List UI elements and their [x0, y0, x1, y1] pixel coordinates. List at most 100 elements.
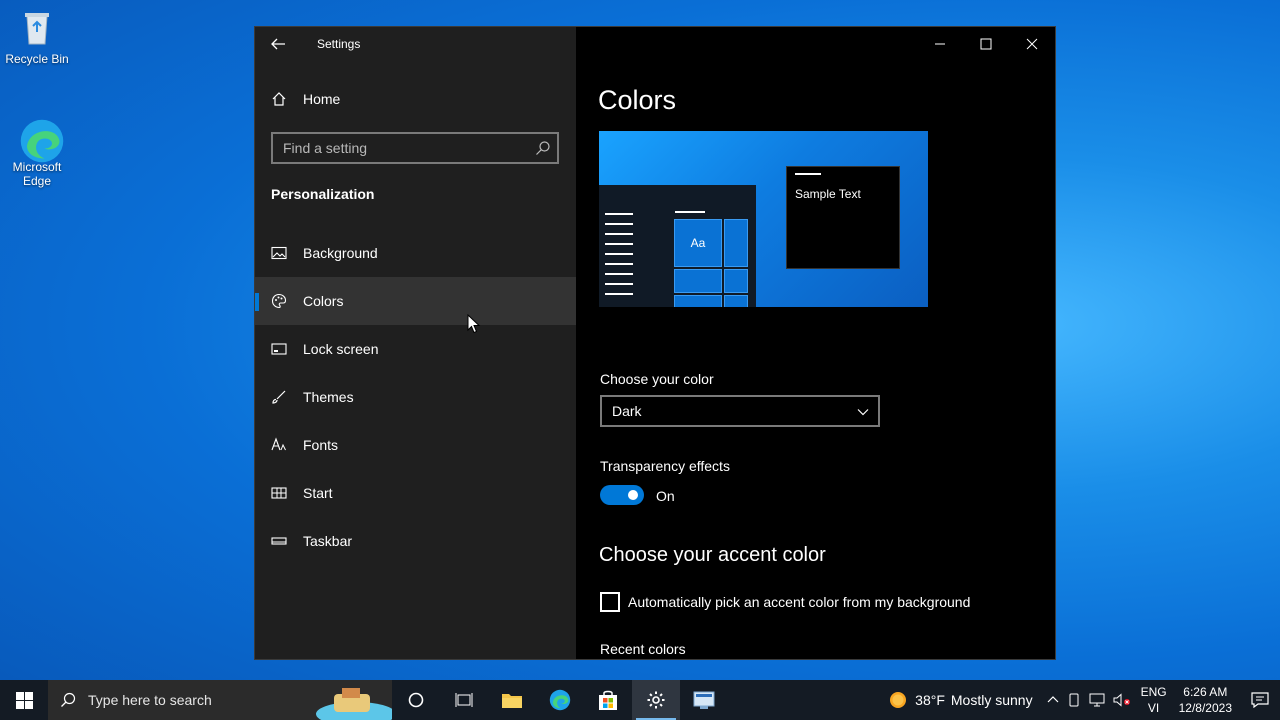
taskbar-settings[interactable] [632, 680, 680, 720]
desktop-icon-edge[interactable]: Microsoft Edge [0, 116, 75, 188]
taskbar-edge[interactable] [536, 680, 584, 720]
sidebar-item-label: Fonts [303, 437, 339, 453]
edge-icon [549, 689, 571, 711]
gear-icon [647, 691, 665, 709]
chevron-up-icon[interactable] [1047, 694, 1059, 706]
sidebar-item-start[interactable]: Start [255, 469, 576, 517]
tray-icons [1047, 693, 1131, 707]
remote-desktop-icon [693, 691, 715, 709]
accent-color-title: Choose your accent color [599, 544, 826, 566]
search-icon[interactable] [535, 140, 551, 156]
minimize-button[interactable] [917, 27, 963, 61]
transparency-state: On [656, 488, 675, 504]
preview-sample-window: Sample Text [786, 166, 900, 269]
choose-color-dropdown[interactable]: Dark [600, 395, 880, 427]
desktop-icon-label: Recycle Bin [5, 52, 69, 66]
search-highlight-illustration-icon [316, 688, 392, 720]
color-preview: Aa Sample Text [599, 131, 928, 307]
windows-logo-icon [15, 691, 33, 709]
device-icon[interactable] [1067, 693, 1081, 707]
preview-tile-aa: Aa [674, 219, 722, 267]
notification-button[interactable] [1246, 680, 1274, 720]
sidebar-item-label: Start [303, 485, 333, 501]
folder-icon [502, 694, 522, 708]
preview-tiles: Aa [674, 219, 748, 307]
preview-bar [675, 211, 705, 213]
home-icon [272, 92, 286, 106]
maximize-button[interactable] [963, 27, 1009, 61]
taskbar-remote-app[interactable] [680, 680, 728, 720]
weather-condition: Mostly sunny [950, 692, 1033, 708]
minimize-icon [935, 43, 945, 45]
clock-time: 6:26 AM [1183, 685, 1228, 699]
taskbar-cortana[interactable] [392, 680, 440, 720]
sidebar-item-themes[interactable]: Themes [255, 373, 576, 421]
sidebar-item-label: Colors [303, 293, 344, 309]
picture-icon [271, 246, 287, 260]
language-secondary: VI [1147, 701, 1160, 715]
start-button[interactable] [0, 680, 48, 720]
close-button[interactable] [1009, 27, 1055, 61]
taskbar-search-input[interactable] [88, 692, 308, 708]
content-pane: Colors Aa Sample Text Choose your color … [576, 27, 1055, 659]
sunny-weather-icon [890, 692, 907, 708]
recent-colors-label: Recent colors [600, 641, 686, 657]
desktop-icon-recycle-bin[interactable]: Recycle Bin [0, 8, 75, 66]
back-button[interactable] [269, 35, 289, 53]
caption-buttons [917, 27, 1055, 61]
taskbar: 38°F Mostly sunny ENG VI 6:26 AM 12/8/20… [0, 680, 1280, 720]
transparency-label: Transparency effects [600, 458, 730, 474]
search-icon [61, 692, 76, 707]
sidebar-nav: Background Colors Lock screen Themes Fon… [255, 229, 576, 565]
sidebar-item-background[interactable]: Background [255, 229, 576, 277]
transparency-toggle[interactable] [600, 485, 644, 505]
edge-icon [17, 116, 64, 163]
find-setting-box [271, 132, 559, 164]
store-bag-icon [599, 690, 617, 710]
volume-muted-icon[interactable] [1113, 693, 1131, 707]
clock-date: 12/8/2023 [1178, 701, 1232, 715]
chevron-down-icon [857, 409, 869, 416]
window-title: Settings [317, 37, 361, 51]
weather-widget[interactable]: 38°F Mostly sunny [887, 689, 1033, 711]
taskbar-file-explorer[interactable] [488, 680, 536, 720]
language-indicator[interactable]: ENG VI [1141, 684, 1167, 716]
lock-screen-icon [271, 343, 287, 355]
sidebar-item-label: Themes [303, 389, 354, 405]
taskbar-search[interactable] [48, 680, 392, 720]
network-icon[interactable] [1089, 693, 1105, 707]
choose-color-label: Choose your color [600, 371, 714, 387]
sidebar: Settings Home Personalization Background… [255, 27, 576, 659]
preview-sample-text: Sample Text [795, 187, 861, 201]
mouse-cursor-icon [467, 314, 481, 334]
start-layout-icon [271, 487, 287, 499]
sidebar-item-label: Taskbar [303, 533, 353, 549]
back-arrow-icon [271, 38, 285, 50]
sidebar-item-fonts[interactable]: Fonts [255, 421, 576, 469]
taskbar-store[interactable] [584, 680, 632, 720]
settings-window: Settings Home Personalization Background… [254, 26, 1056, 660]
title-bar[interactable]: Settings [255, 27, 576, 61]
sidebar-item-taskbar[interactable]: Taskbar [255, 517, 576, 565]
preview-list [605, 213, 633, 303]
weather-temp: 38°F [915, 692, 945, 708]
maximize-icon [980, 38, 992, 50]
taskbar-task-view[interactable] [440, 680, 488, 720]
home-link[interactable]: Home [271, 91, 340, 107]
auto-accent-label: Automatically pick an accent color from … [628, 594, 971, 610]
cortana-icon [408, 692, 424, 708]
language-primary: ENG [1140, 685, 1167, 699]
sidebar-item-lock-screen[interactable]: Lock screen [255, 325, 576, 373]
clock[interactable]: 6:26 AM 12/8/2023 [1179, 684, 1232, 716]
section-label: Personalization [271, 186, 375, 202]
find-setting-input[interactable] [273, 134, 557, 162]
sidebar-item-colors[interactable]: Colors [255, 277, 576, 325]
choose-color-value: Dark [612, 403, 642, 419]
close-icon [1026, 38, 1038, 50]
page-title: Colors [598, 85, 677, 115]
taskbar-icon [271, 537, 287, 545]
sidebar-item-label: Lock screen [303, 341, 379, 357]
auto-accent-checkbox[interactable] [600, 592, 620, 612]
font-icon [271, 437, 286, 451]
sidebar-item-label: Background [303, 245, 378, 261]
